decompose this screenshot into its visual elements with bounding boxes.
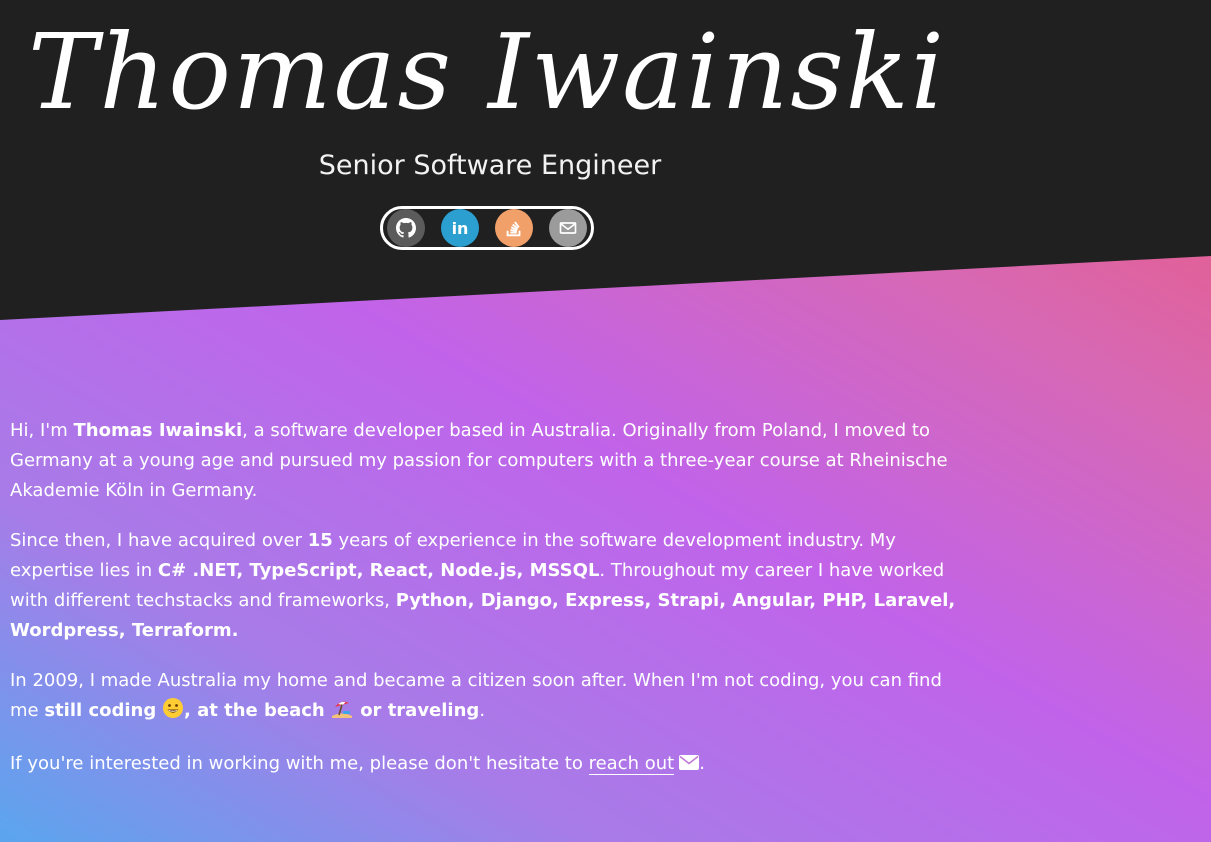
- email-button[interactable]: [549, 209, 587, 247]
- intro-paragraph-2: Since then, I have acquired over 15 year…: [10, 530, 956, 641]
- stackoverflow-icon: [503, 217, 525, 239]
- expertise-list: C# .NET, TypeScript, React, Node.js, MSS…: [157, 560, 600, 581]
- linkedin-button[interactable]: in: [441, 209, 479, 247]
- grinning-face-icon: [162, 697, 184, 729]
- envelope-icon: [679, 750, 700, 780]
- intro-paragraph-4: If you're interested in working with me,…: [10, 749, 960, 780]
- intro-paragraph-1: Hi, I'm Thomas Iwainski, a software deve…: [10, 420, 948, 501]
- reach-out-link[interactable]: reach out: [588, 753, 675, 775]
- intro-paragraph-3: In 2009, I made Australia my home and be…: [10, 666, 960, 729]
- github-icon: [396, 218, 416, 238]
- social-links-bar: in: [380, 206, 594, 250]
- linkedin-icon: in: [451, 218, 469, 238]
- job-title: Senior Software Engineer: [318, 150, 662, 181]
- github-button[interactable]: [387, 209, 425, 247]
- beach-umbrella-icon: [330, 697, 354, 729]
- author-name: Thomas Iwainski: [73, 420, 243, 441]
- hero-header: Thomas Iwainski Senior Software Engineer…: [0, 0, 1211, 320]
- mail-icon: [558, 218, 578, 238]
- years-experience: 15: [307, 530, 333, 551]
- name-signature: Thomas Iwainski: [28, 11, 947, 133]
- stackoverflow-button[interactable]: [495, 209, 533, 247]
- about-section: Hi, I'm Thomas Iwainski, a software deve…: [10, 416, 960, 800]
